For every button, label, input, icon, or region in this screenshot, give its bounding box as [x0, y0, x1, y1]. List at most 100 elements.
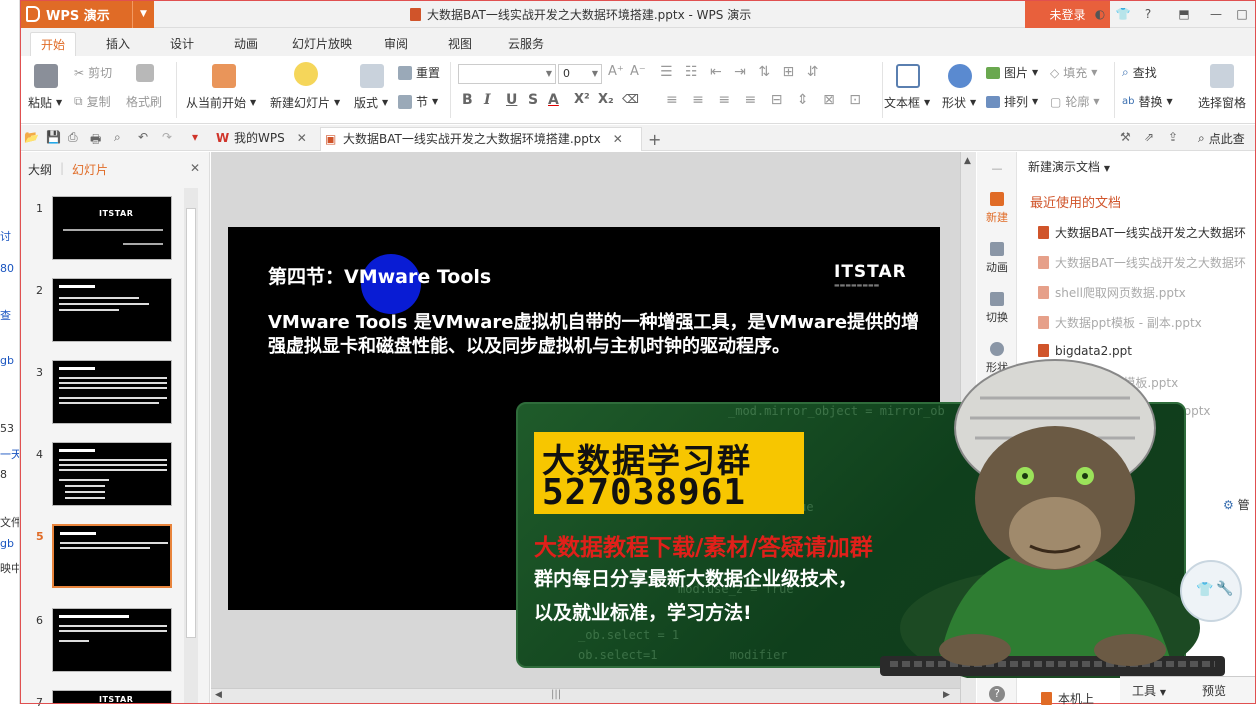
align-buttons[interactable]: ≡ ≡ ≡ ≡ ⊟ ⇕ ⊠ ⊡ — [666, 92, 866, 108]
recent-document[interactable]: 大数据BAT一线实战开发之大数据环 — [1038, 254, 1246, 271]
reset-button[interactable]: 重置 — [398, 64, 440, 81]
play-from-current-icon[interactable] — [212, 64, 236, 88]
redo-icon[interactable]: ↷ — [162, 130, 178, 146]
replace-button[interactable]: ab 替换 ▼ — [1122, 93, 1173, 110]
pane-collapse-icon[interactable]: — — [977, 162, 1017, 175]
paste-icon[interactable] — [34, 64, 58, 88]
tab-insert[interactable]: 插入 — [96, 32, 140, 56]
italic-icon[interactable]: I — [484, 92, 491, 108]
underline-icon[interactable]: U — [506, 92, 517, 108]
tab-animation[interactable]: 动画 — [224, 32, 268, 56]
tool-icon[interactable]: ⚒ — [1120, 130, 1136, 146]
format-painter-icon[interactable] — [136, 64, 154, 82]
open-folder-icon[interactable]: 📂 — [24, 130, 40, 146]
bold-icon[interactable]: B — [462, 92, 473, 108]
shape-button[interactable]: 形状 ▼ — [942, 94, 976, 111]
arrange-button[interactable]: 排列 ▼ — [986, 93, 1038, 110]
copy-button[interactable]: ⧉ 复制 — [74, 93, 111, 110]
slide-thumbnail-1[interactable]: ITSTAR — [52, 196, 172, 260]
upload-icon[interactable]: ⇪ — [1168, 130, 1184, 146]
fill-button[interactable]: ◇ 填充 ▼ — [1050, 64, 1097, 81]
select-pane-icon[interactable] — [1210, 64, 1234, 88]
subscript-icon[interactable]: X₂ — [598, 92, 614, 107]
find-button[interactable]: ⌕ 查找 — [1122, 64, 1157, 81]
scroll-left-icon[interactable]: ◀ — [215, 690, 222, 700]
close-icon[interactable]: ✕ — [613, 132, 623, 146]
app-menu-dropdown-icon[interactable]: ▼ — [132, 0, 154, 28]
preview-button[interactable]: 预览 — [1202, 682, 1226, 699]
horizontal-scrollbar[interactable]: ◀ ||| ▶ — [211, 688, 960, 704]
font-size-select[interactable]: 0 ▼ — [558, 64, 602, 84]
panel-scrollbar[interactable] — [184, 188, 198, 704]
sidebar-item-transition[interactable]: 切换 — [977, 292, 1017, 325]
local-location[interactable]: 本机上 — [1041, 690, 1094, 707]
scroll-up-icon[interactable]: ▲ — [964, 156, 971, 166]
clear-format-icon[interactable]: ⌫ — [622, 92, 639, 106]
slide-thumbnail-7[interactable]: ITSTAR — [52, 690, 172, 704]
close-icon[interactable]: ✕ — [297, 131, 307, 145]
tab-my-wps[interactable]: W 我的WPS ✕ — [212, 127, 307, 151]
scroll-right-icon[interactable]: ▶ — [943, 690, 950, 700]
tab-design[interactable]: 设计 — [160, 32, 204, 56]
slide-thumbnail-3[interactable] — [52, 360, 172, 424]
format-painter-button[interactable]: 格式刷 — [126, 93, 162, 110]
new-tab-icon[interactable]: + — [648, 130, 664, 149]
tab-slideshow[interactable]: 幻灯片放映 — [282, 32, 362, 56]
minimize-icon[interactable]: — — [1208, 6, 1224, 22]
superscript-icon[interactable]: X² — [574, 92, 590, 107]
textbox-icon[interactable] — [896, 64, 920, 88]
recent-document[interactable]: shell爬取网页数据.pptx — [1038, 284, 1186, 301]
slide-thumbnail-6[interactable] — [52, 608, 172, 672]
slide-thumbnail-5[interactable] — [52, 524, 172, 588]
sidebar-item-new[interactable]: 新建 — [977, 192, 1017, 225]
from-current-button[interactable]: 从当前开始 ▼ — [186, 94, 256, 111]
picture-button[interactable]: 图片 ▼ — [986, 64, 1038, 81]
tab-slides[interactable]: 幻灯片 — [72, 161, 108, 178]
tab-home[interactable]: 开始 — [30, 32, 77, 56]
decrease-font-icon[interactable]: A⁻ — [630, 64, 646, 79]
tab-view[interactable]: 视图 — [438, 32, 482, 56]
scrollbar-thumb[interactable] — [186, 208, 196, 638]
sidebar-item-animation[interactable]: 动画 — [977, 242, 1017, 275]
skin-icon[interactable]: ◐ — [1092, 6, 1108, 22]
slide-body-text[interactable]: VMware Tools 是VMware虚拟机自带的一种增强工具，是VMware… — [268, 311, 932, 359]
shadow-icon[interactable]: S — [528, 92, 538, 108]
recent-document[interactable]: 大数据ppt模板 - 副本.pptx — [1038, 314, 1202, 331]
help-icon[interactable]: ? — [1140, 6, 1156, 22]
tab-review[interactable]: 审阅 — [374, 32, 418, 56]
save-icon[interactable]: 💾 — [46, 130, 62, 146]
scroll-grip-icon[interactable]: ||| — [551, 689, 561, 700]
cut-button[interactable]: ✂ 剪切 — [74, 64, 112, 81]
app-menu-button[interactable]: WPS 演示 — [20, 0, 132, 28]
shape-icon[interactable] — [948, 64, 972, 88]
list-buttons[interactable]: ☰ ☷ ⇤ ⇥ ⇅ ⊞ ⇵ — [660, 64, 822, 80]
quick-access-dropdown-icon[interactable]: ▾ — [192, 130, 208, 146]
tab-outline[interactable]: 大纲 — [28, 161, 52, 178]
help-icon[interactable]: ? — [989, 686, 1005, 702]
maximize-icon[interactable]: □ — [1234, 6, 1250, 22]
tab-cloud[interactable]: 云服务 — [498, 32, 554, 56]
tools-menu[interactable]: 工具 ▼ — [1132, 682, 1166, 699]
new-slide-icon[interactable] — [294, 62, 318, 86]
slide-thumbnail-2[interactable] — [52, 278, 172, 342]
shirt-icon[interactable]: 👕 — [1115, 6, 1131, 22]
textbox-button[interactable]: 文本框 ▼ — [884, 94, 930, 111]
outline-button[interactable]: ▢ 轮廓 ▼ — [1050, 93, 1100, 110]
paste-button[interactable]: 粘贴 ▼ — [28, 94, 62, 111]
slide-thumbnail-4[interactable] — [52, 442, 172, 506]
print-icon[interactable]: 🖶 — [90, 130, 106, 146]
layout-icon[interactable] — [360, 64, 384, 88]
recent-document[interactable]: 大数据BAT一线实战开发之大数据环 — [1038, 224, 1246, 241]
font-name-select[interactable]: ▼ — [458, 64, 556, 84]
layout-button[interactable]: 版式 ▼ — [354, 94, 388, 111]
font-color-icon[interactable]: A — [548, 92, 559, 108]
floating-toolbox[interactable]: 👕 🔧 — [1180, 560, 1242, 622]
increase-font-icon[interactable]: A⁺ — [608, 64, 624, 79]
select-pane-button[interactable]: 选择窗格 — [1198, 94, 1246, 111]
section-button[interactable]: 节 ▼ — [398, 93, 438, 110]
pane-title[interactable]: 新建演示文档 ▼ — [1028, 158, 1110, 175]
restore-window-icon[interactable]: ⬒ — [1176, 6, 1192, 22]
new-slide-button[interactable]: 新建幻灯片 ▼ — [270, 94, 340, 111]
close-panel-icon[interactable]: ✕ — [190, 161, 200, 175]
share-icon[interactable]: ⇗ — [1144, 130, 1160, 146]
